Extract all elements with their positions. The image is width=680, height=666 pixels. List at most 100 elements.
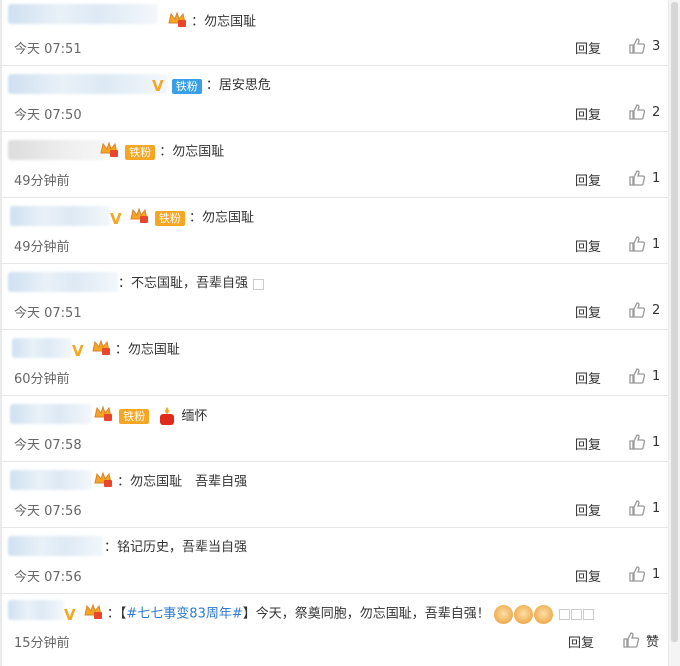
blurred-username	[10, 206, 110, 226]
fist-emoji-icon	[513, 605, 533, 624]
crown-badge-icon	[91, 339, 111, 362]
thumbs-up-icon	[629, 368, 646, 384]
like-count: 1	[652, 434, 661, 450]
topic-link[interactable]: #七七事变83周年#	[126, 607, 242, 622]
blurred-username	[8, 4, 158, 24]
comment-item: V ：勿忘国耻 60分钟前 回复 1	[0, 330, 668, 396]
thumbs-up-icon	[629, 38, 646, 54]
comment-text: ：勿忘国耻	[189, 210, 255, 226]
comment-item: V ：【#七七事变83周年#】今天，祭奠同胞，勿忘国耻，吾辈自强！ 15分钟前 …	[0, 594, 668, 662]
thumbs-up-icon	[629, 434, 646, 450]
like-button[interactable]: 1	[628, 168, 660, 188]
like-count: 1	[652, 566, 661, 582]
emoji-placeholder	[571, 609, 583, 620]
emoji-placeholder	[559, 609, 571, 620]
reply-button[interactable]: 回复	[575, 170, 601, 189]
reply-button[interactable]: 回复	[575, 500, 601, 519]
like-button[interactable]: 3	[628, 36, 660, 56]
comment-text: ：居安思危	[205, 78, 271, 93]
reply-button[interactable]: 回复	[568, 632, 594, 651]
crown-badge-icon	[83, 603, 103, 626]
thumbs-up-icon	[629, 566, 646, 582]
like-count: 3	[652, 38, 661, 54]
comment-text: ：铭记历史，吾辈当自强	[104, 540, 248, 555]
scrollbar-thumb[interactable]	[671, 2, 678, 642]
blurred-username	[10, 470, 92, 490]
like-button[interactable]: 2	[628, 300, 660, 320]
like-button[interactable]: 赞	[622, 630, 659, 650]
blurred-username	[8, 74, 168, 94]
comment-time: 15分钟前	[14, 636, 70, 651]
comment-item: ：不忘国耻，吾辈自强 今天 07:51 回复 2	[0, 264, 668, 330]
candle-emoji-icon	[160, 407, 175, 426]
thumbs-up-icon	[629, 500, 646, 516]
crown-badge-icon	[129, 207, 149, 230]
fist-emoji-icon	[533, 605, 553, 624]
scrollbar[interactable]	[668, 0, 680, 666]
reply-button[interactable]: 回复	[575, 302, 601, 321]
vip-v-icon: V	[72, 341, 84, 360]
crown-badge-icon	[99, 141, 119, 164]
like-count: 2	[652, 302, 661, 318]
comment-time: 今天 07:56	[14, 504, 82, 519]
thumbs-up-icon	[629, 236, 646, 252]
thumbs-up-icon	[629, 170, 646, 186]
comment-item: ：勿忘国耻 吾辈自强 今天 07:56 回复 1	[0, 462, 668, 528]
comment-item: V 铁粉 ：勿忘国耻 49分钟前 回复 1	[0, 198, 668, 264]
blurred-username	[10, 404, 92, 424]
thumbs-up-icon	[629, 104, 646, 120]
comment-item: ：勿忘国耻 今天 07:51 回复 3	[0, 0, 668, 66]
blurred-username	[8, 600, 64, 620]
blurred-username	[8, 536, 103, 556]
thumbs-up-icon	[629, 302, 646, 318]
comment-item: 铁粉 缅怀 今天 07:58 回复 1	[0, 396, 668, 462]
fan-badge: 铁粉	[154, 211, 185, 226]
like-count: 1	[652, 500, 661, 516]
like-button[interactable]: 2	[628, 102, 660, 122]
like-count: 2	[652, 104, 661, 120]
reply-button[interactable]: 回复	[575, 38, 601, 57]
like-count: 1	[652, 236, 661, 252]
reply-button[interactable]: 回复	[575, 236, 601, 255]
blurred-username	[8, 140, 108, 160]
reply-button[interactable]: 回复	[575, 104, 601, 123]
fist-emoji-icon	[493, 605, 513, 624]
comment-time: 今天 07:56	[14, 570, 82, 585]
emoji-placeholder	[253, 278, 265, 290]
like-count: 1	[652, 170, 661, 186]
comment-text: ：不忘国耻，吾辈自强	[118, 276, 249, 291]
fan-badge: 铁粉	[125, 145, 156, 160]
like-button[interactable]: 1	[628, 564, 660, 584]
like-button[interactable]: 1	[628, 366, 660, 386]
comment-text-prefix: ：【	[106, 606, 127, 622]
reply-button[interactable]: 回复	[575, 434, 601, 453]
crown-badge-icon	[93, 471, 113, 494]
comment-time: 今天 07:50	[14, 108, 82, 123]
reply-button[interactable]: 回复	[575, 368, 601, 387]
fan-badge: 铁粉	[171, 78, 202, 94]
comment-time: 今天 07:51	[14, 306, 82, 321]
vip-v-icon: V	[152, 77, 164, 95]
comment-text: 缅怀	[181, 408, 208, 424]
emoji-placeholder	[583, 609, 595, 620]
comment-item: V 铁粉 ：居安思危 今天 07:50 回复 2	[0, 66, 668, 132]
like-button[interactable]: 1	[628, 234, 660, 254]
crown-badge-icon	[93, 405, 113, 428]
like-button[interactable]: 1	[628, 432, 660, 452]
vip-v-icon: V	[64, 605, 76, 624]
comment-text: ：勿忘国耻	[191, 14, 257, 30]
comment-text: ：勿忘国耻	[159, 144, 225, 160]
blurred-username	[12, 338, 72, 358]
like-button[interactable]: 1	[628, 498, 660, 518]
comment-text: ：勿忘国耻	[114, 342, 180, 358]
comment-list: ：勿忘国耻 今天 07:51 回复 3 V 铁粉 ：居安思危 今天 07:50 …	[0, 0, 668, 662]
comment-time: 60分钟前	[14, 372, 70, 387]
vip-v-icon: V	[110, 209, 122, 228]
comment-time: 今天 07:51	[14, 42, 82, 57]
like-count: 1	[652, 368, 661, 384]
comment-time: 今天 07:58	[14, 438, 82, 453]
reply-button[interactable]: 回复	[575, 566, 601, 585]
comment-item: 铁粉 ：勿忘国耻 49分钟前 回复 1	[0, 132, 668, 198]
comment-time: 49分钟前	[14, 240, 70, 255]
blurred-username	[8, 272, 118, 292]
